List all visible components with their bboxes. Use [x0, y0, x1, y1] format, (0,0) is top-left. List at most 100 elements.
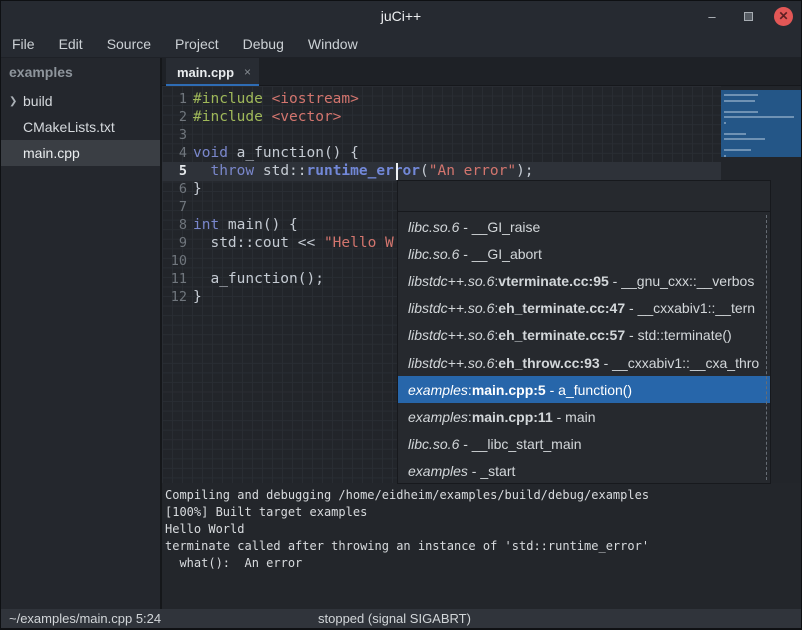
- code-segment: <iostream>: [272, 91, 359, 107]
- backtrace-item[interactable]: examples:main.cpp:5 - a_function(): [398, 376, 770, 403]
- juci-window: juCi++ – ✕ FileEditSourceProjectDebugWin…: [0, 0, 802, 630]
- minimap-code-line: [724, 116, 794, 118]
- code-line-text: throw std::runtime_error("An error");: [187, 162, 534, 180]
- frame-file-line: main.cpp:5: [472, 382, 546, 398]
- line-number: 6: [162, 180, 187, 198]
- backtrace-filter-input[interactable]: [398, 181, 770, 212]
- menu-item[interactable]: Debug: [234, 32, 293, 56]
- frame-library: libstdc++.so.6: [408, 273, 494, 289]
- backtrace-item[interactable]: libstdc++.so.6:eh_terminate.cc:57 - std:…: [398, 322, 770, 349]
- frame-file-line: eh_terminate.cc:57: [498, 327, 625, 343]
- file-tree: ❯ build CMakeLists.txt main.cpp: [1, 88, 160, 166]
- code-segment: a_function() {: [228, 145, 359, 161]
- minimap-code-line: [724, 111, 758, 113]
- popup-scrollbar[interactable]: [766, 215, 767, 480]
- sidebar-item-label: CMakeLists.txt: [23, 119, 115, 135]
- backtrace-item[interactable]: libstdc++.so.6:eh_terminate.cc:47 - __cx…: [398, 295, 770, 322]
- frame-file-line: main.cpp:11: [472, 409, 553, 425]
- menu-bar: FileEditSourceProjectDebugWindow: [1, 31, 801, 58]
- code-segment: std::cout <<: [193, 235, 324, 251]
- tab-label: main.cpp: [177, 65, 238, 80]
- minimize-icon[interactable]: –: [702, 6, 722, 26]
- frame-function: - __cxxabiv1::__cxa_thro: [600, 355, 760, 371]
- line-number: 4: [162, 144, 187, 162]
- window-title: juCi++: [381, 8, 421, 24]
- sidebar-item[interactable]: ❯ build: [1, 88, 160, 114]
- line-number: 7: [162, 198, 187, 216]
- frame-function: - _start: [468, 463, 515, 479]
- backtrace-item[interactable]: libstdc++.so.6:vterminate.cc:95 - __gnu_…: [398, 267, 770, 294]
- line-number: 11: [162, 270, 187, 288]
- backtrace-item[interactable]: examples - _start: [398, 458, 770, 483]
- code-line-text: [187, 252, 193, 270]
- terminal-line: terminate called after throwing an insta…: [165, 538, 802, 555]
- backtrace-popup: libc.so.6 - __GI_raiselibc.so.6 - __GI_a…: [397, 180, 771, 484]
- frame-function: - std::terminate(): [625, 327, 732, 343]
- restore-glyph: [744, 12, 753, 21]
- code-line[interactable]: 1 #include <iostream>: [162, 90, 721, 108]
- line-number: 1: [162, 90, 187, 108]
- line-number: 5: [162, 162, 187, 180]
- frame-file-line: eh_throw.cc:93: [498, 355, 599, 371]
- minimap-code-line: [724, 94, 758, 96]
- frame-library: examples: [408, 463, 468, 479]
- backtrace-item[interactable]: examples:main.cpp:11 - main: [398, 403, 770, 430]
- terminal-line: [100%] Built target examples: [165, 504, 802, 521]
- code-segment: a_function();: [193, 271, 324, 287]
- menu-item[interactable]: Window: [299, 32, 367, 56]
- code-segment: std::: [254, 163, 306, 179]
- sidebar-item[interactable]: CMakeLists.txt: [1, 114, 160, 140]
- frame-function: - __GI_abort: [459, 246, 542, 262]
- terminal-output[interactable]: Compiling and debugging /home/eidheim/ex…: [162, 483, 802, 609]
- frame-library: examples: [408, 409, 468, 425]
- window-controls: – ✕: [702, 1, 793, 31]
- backtrace-item[interactable]: libc.so.6 - __GI_raise: [398, 213, 770, 240]
- sidebar-item[interactable]: main.cpp: [1, 140, 160, 166]
- code-line[interactable]: 4 void a_function() {: [162, 144, 721, 162]
- code-line-text: #include <iostream>: [187, 90, 359, 108]
- menu-item[interactable]: File: [3, 32, 44, 56]
- code-line-text: [187, 198, 193, 216]
- line-number: 2: [162, 108, 187, 126]
- tab-bar: main.cpp ×: [162, 58, 802, 86]
- tab-main-cpp[interactable]: main.cpp ×: [166, 58, 259, 86]
- code-segment: runtime_error: [307, 163, 421, 179]
- minimap-visible-region[interactable]: [721, 90, 801, 157]
- menu-item[interactable]: Source: [98, 32, 160, 56]
- tab-close-icon[interactable]: ×: [244, 65, 251, 79]
- frame-function: - __gnu_cxx::__verbos: [609, 273, 755, 289]
- code-line-text: int main() {: [187, 216, 298, 234]
- menu-item[interactable]: Project: [166, 32, 228, 56]
- project-header: examples: [1, 58, 160, 86]
- frame-function: - __GI_raise: [459, 219, 540, 235]
- backtrace-item[interactable]: libc.so.6 - __libc_start_main: [398, 431, 770, 458]
- frame-function: - __cxxabiv1::__tern: [625, 300, 755, 316]
- frame-file-line: vterminate.cc:95: [498, 273, 609, 289]
- restore-icon[interactable]: [738, 6, 758, 26]
- code-line-text: }: [187, 288, 202, 306]
- code-line[interactable]: 5 throw std::runtime_error("An error");: [162, 162, 721, 180]
- code-line-text: std::cout << "Hello W: [187, 234, 394, 252]
- frame-library: libstdc++.so.6: [408, 327, 494, 343]
- close-icon[interactable]: ✕: [774, 7, 793, 26]
- code-line-text: }: [187, 180, 202, 198]
- code-segment: int: [193, 217, 219, 233]
- menu-item[interactable]: Edit: [50, 32, 92, 56]
- chevron-right-icon[interactable]: ❯: [9, 96, 23, 107]
- backtrace-list: libc.so.6 - __GI_raiselibc.so.6 - __GI_a…: [398, 213, 770, 483]
- cursor-location: ~/examples/main.cpp 5:24: [9, 611, 161, 626]
- text-cursor: [396, 163, 398, 180]
- code-segment: );: [516, 163, 533, 179]
- code-line[interactable]: 3: [162, 126, 721, 144]
- code-segment: (: [420, 163, 429, 179]
- code-segment: }: [193, 289, 202, 305]
- code-line[interactable]: 2 #include <vector>: [162, 108, 721, 126]
- backtrace-item[interactable]: libc.so.6 - __GI_abort: [398, 240, 770, 267]
- backtrace-item[interactable]: libstdc++.so.6:eh_throw.cc:93 - __cxxabi…: [398, 349, 770, 376]
- debug-status: stopped (signal SIGABRT): [318, 611, 471, 626]
- code-segment: "Hello W: [324, 235, 394, 251]
- code-line-text: a_function();: [187, 270, 324, 288]
- title-bar: juCi++ – ✕: [1, 1, 801, 31]
- code-segment: <vector>: [272, 109, 342, 125]
- terminal-line: Compiling and debugging /home/eidheim/ex…: [165, 487, 802, 504]
